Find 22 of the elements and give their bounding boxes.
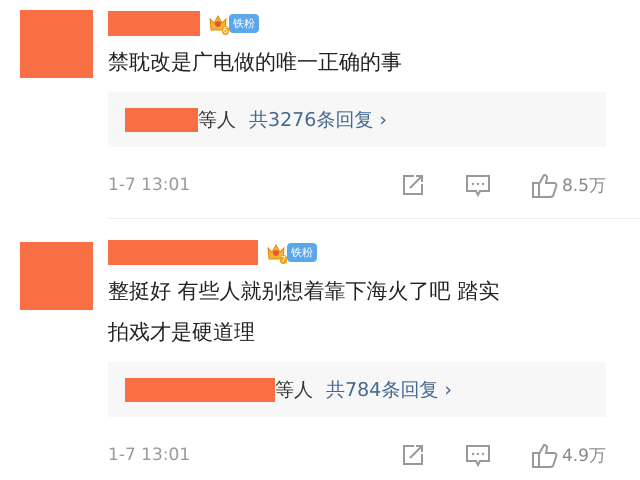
like-icon[interactable] [530, 172, 558, 198]
fan-badge: 铁粉 [287, 242, 317, 262]
level-number: 7 [280, 255, 287, 264]
like-icon[interactable] [530, 442, 558, 468]
comment-time: 1-7 13:01 [108, 175, 192, 195]
comment-text: 整挺好 有些人就别想着靠下海火了吧 踏实拍戏才是硬道理 [108, 278, 500, 346]
crown-icon [266, 242, 286, 262]
like-count: 8.5万 [562, 174, 606, 196]
share-icon[interactable] [400, 443, 425, 467]
replies-link[interactable]: 共784条回复 › [326, 376, 452, 402]
replies-label: 等人 [275, 378, 313, 402]
crown-icon [208, 13, 228, 33]
comment-icon[interactable] [464, 173, 491, 197]
replies-label: 等人 [198, 108, 236, 132]
level-number: 6 [222, 26, 229, 35]
comment-text: 禁耽改是广电做的唯一正确的事 [108, 49, 403, 76]
fan-badge: 铁粉 [229, 14, 259, 32]
comment-icon[interactable] [464, 443, 491, 467]
comment-time: 1-7 13:01 [108, 445, 192, 465]
share-icon[interactable] [400, 173, 425, 197]
replies-link[interactable]: 共3276条回复 › [249, 106, 388, 132]
like-count: 4.9万 [562, 444, 606, 466]
